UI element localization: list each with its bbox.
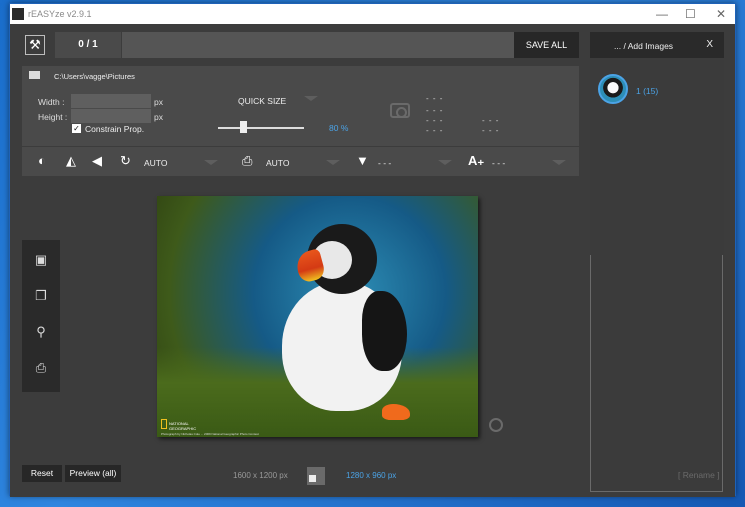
- filter-icon[interactable]: ▼: [356, 154, 369, 168]
- camera-icon: [390, 103, 410, 118]
- quick-size-dropdown-icon[interactable]: [304, 96, 318, 101]
- main-area: ⚒ 0 / 1 SAVE ALL C:\Users\vagge\Pictures…: [10, 24, 735, 497]
- rotate-dropdown-icon[interactable]: [204, 160, 218, 165]
- thumbnail-label[interactable]: 1 (15): [636, 86, 658, 96]
- natgeo-logo: [161, 419, 167, 429]
- app-logo-icon: [12, 8, 24, 20]
- contrast-icon[interactable]: ◐: [38, 154, 46, 168]
- minimize-button[interactable]: —: [656, 7, 668, 21]
- close-window-button[interactable]: ✕: [716, 7, 726, 21]
- original-dimensions: 1600 x 1200 px: [233, 471, 288, 480]
- app-window: rEASYze v2.9.1 — ☐ ✕ ⚒ 0 / 1 SAVE ALL C:…: [9, 3, 736, 497]
- progress-bar: [122, 32, 514, 58]
- height-field[interactable]: [71, 109, 151, 123]
- rotate-icon[interactable]: ↻: [120, 154, 131, 168]
- perspective-icon[interactable]: ◀: [92, 154, 102, 168]
- list-box: [590, 255, 723, 492]
- save-icon[interactable]: ▣: [33, 252, 49, 268]
- height-label: Height :: [38, 112, 68, 122]
- slider-value: 80 %: [329, 123, 349, 133]
- window-title: rEASYze v2.9.1: [28, 9, 92, 19]
- natgeo-line-2: GEOGRAPHIC: [169, 426, 197, 431]
- resize-icon: [307, 467, 325, 485]
- image-counter: 0 / 1: [55, 32, 121, 58]
- copy-icon[interactable]: ❐: [33, 288, 49, 304]
- quick-size-label: QUICK SIZE: [238, 96, 287, 106]
- folder-path: C:\Users\vagge\Pictures: [54, 72, 135, 81]
- tool-row: ◐ ◭ ◀ ↻ AUTO ⎙ AUTO ▼ - - - A₊ - - -: [22, 146, 579, 176]
- rotate-mode: AUTO: [144, 158, 168, 168]
- add-images-label[interactable]: ... / Add Images: [614, 41, 673, 51]
- print-mode: AUTO: [266, 158, 290, 168]
- width-unit: px: [154, 97, 163, 107]
- constrain-checkbox[interactable]: ✓: [72, 124, 81, 133]
- add-images-bar[interactable]: ... / Add Images X: [590, 32, 724, 58]
- info-dash-6: - - -: [482, 126, 500, 135]
- width-field[interactable]: [71, 94, 151, 108]
- zoom-icon[interactable]: ⚲: [33, 324, 49, 340]
- side-toolbar: ▣ ❐ ⚲ ⎙: [22, 240, 60, 392]
- photo-credit: Photograph by Nicholas Cole ... 2009 Nat…: [161, 432, 259, 436]
- image-preview[interactable]: NATIONAL GEOGRAPHIC Photograph by Nichol…: [157, 196, 478, 437]
- close-panel-button[interactable]: X: [706, 39, 713, 50]
- info-dash-4: - - -: [426, 126, 444, 135]
- print-dropdown-icon[interactable]: [326, 160, 340, 165]
- info-dash-5: - - -: [482, 116, 500, 125]
- folder-icon[interactable]: [29, 71, 40, 79]
- text-size-icon[interactable]: A₊: [468, 154, 484, 168]
- maximize-button[interactable]: ☐: [685, 7, 696, 21]
- hammer-icon: ⚒: [29, 37, 41, 52]
- puffin-foot: [382, 404, 410, 420]
- width-label: Width :: [38, 97, 65, 107]
- text-dropdown-icon[interactable]: [552, 160, 566, 165]
- puffin-wing: [362, 291, 407, 371]
- print-icon[interactable]: ⎙: [242, 154, 252, 168]
- image-list: 1 (15): [590, 60, 724, 492]
- slider-handle[interactable]: [240, 121, 248, 133]
- quick-size-slider[interactable]: [218, 127, 304, 129]
- resize-tool-button[interactable]: ⚒: [25, 35, 45, 55]
- text-value: - - -: [492, 158, 506, 168]
- print-side-icon[interactable]: ⎙: [33, 360, 49, 376]
- rename-button[interactable]: [ Rename ]: [678, 470, 720, 480]
- preview-all-button[interactable]: Preview (all): [65, 465, 121, 482]
- constrain-label: Constrain Prop.: [85, 124, 145, 134]
- reset-button[interactable]: Reset: [22, 465, 62, 482]
- title-bar: rEASYze v2.9.1 — ☐ ✕: [10, 4, 735, 24]
- info-dash-1: - - -: [426, 94, 444, 103]
- flip-icon[interactable]: ◭: [66, 154, 76, 168]
- new-dimensions: 1280 x 960 px: [346, 471, 397, 480]
- save-all-button[interactable]: SAVE ALL: [514, 32, 579, 58]
- crop-icon[interactable]: [489, 418, 503, 432]
- info-dash-3: - - -: [426, 116, 444, 125]
- height-unit: px: [154, 112, 163, 122]
- image-thumbnail[interactable]: [598, 74, 628, 104]
- natgeo-logo-text: NATIONAL GEOGRAPHIC: [169, 421, 196, 431]
- filter-value: - - -: [378, 158, 392, 168]
- filter-dropdown-icon[interactable]: [438, 160, 452, 165]
- info-dash-2: - - -: [426, 106, 444, 115]
